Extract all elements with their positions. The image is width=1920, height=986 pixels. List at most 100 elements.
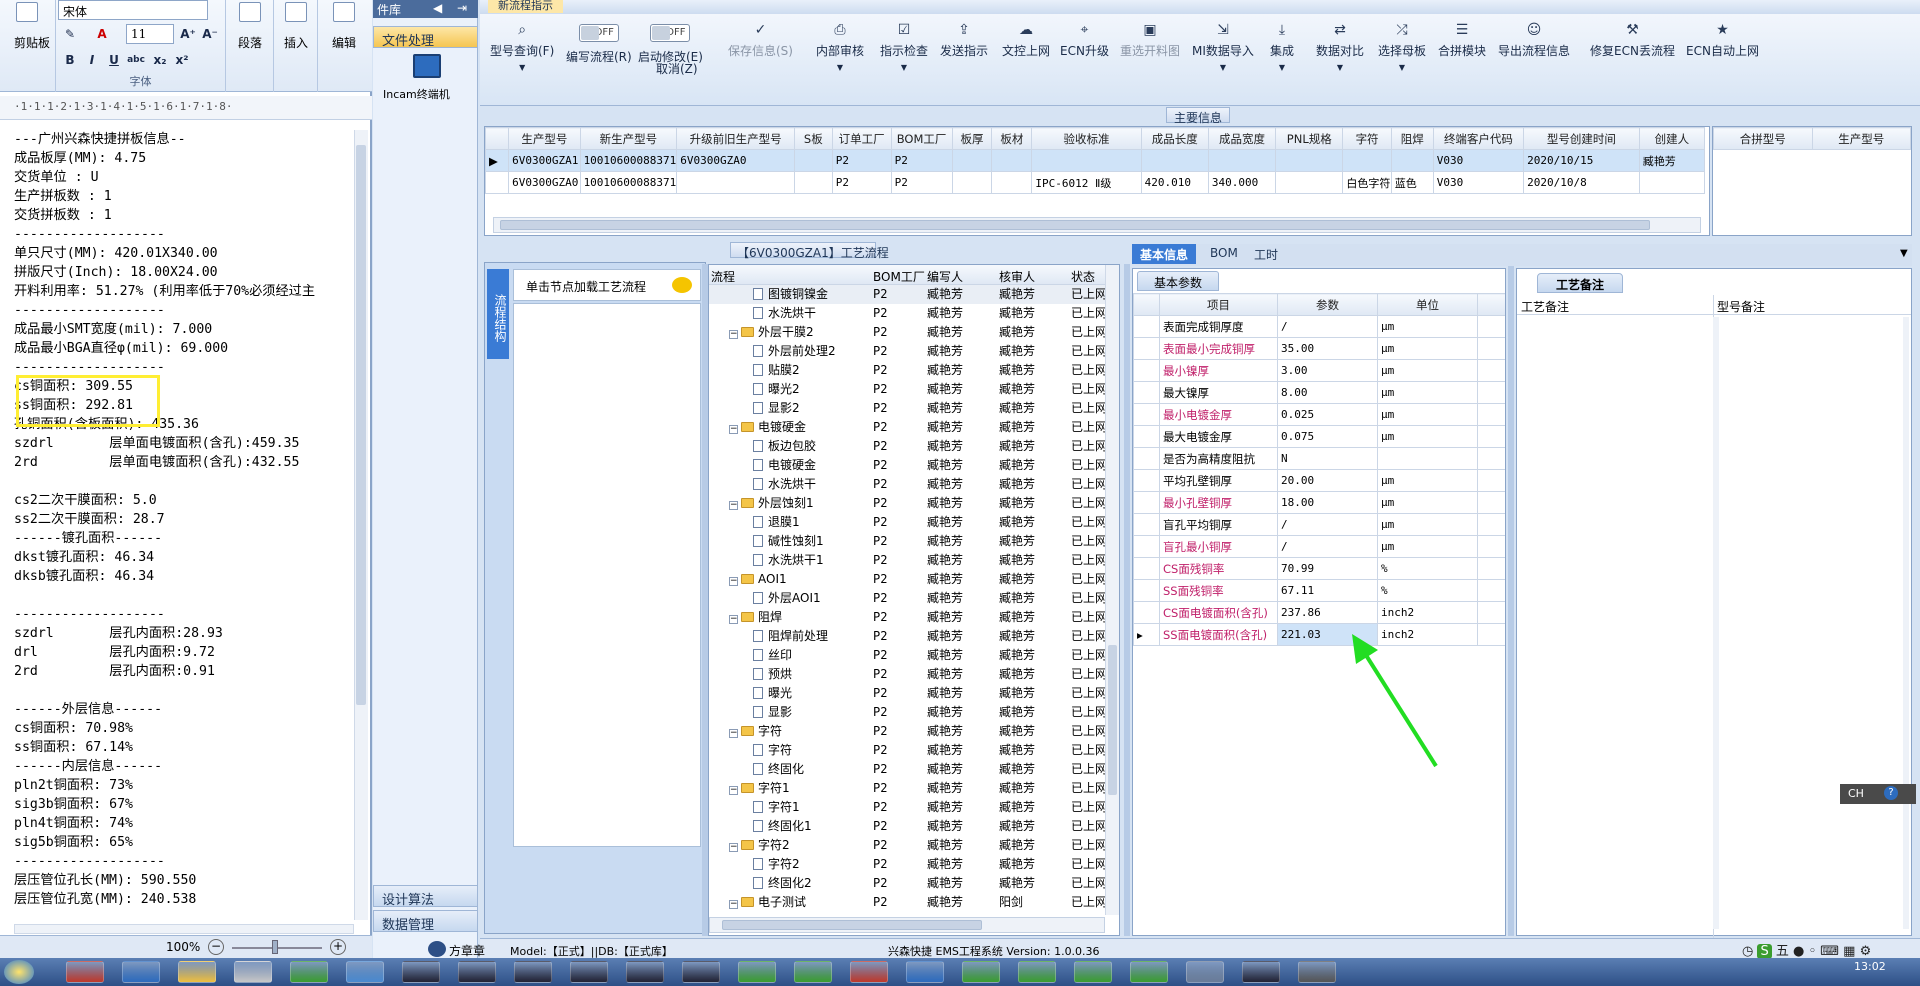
document-line[interactable]: 2rd 层孔内面积:0.91 [14, 662, 354, 681]
shrink-font-icon[interactable]: A⁻ [200, 24, 220, 44]
flow-hscroll-thumb[interactable] [722, 920, 982, 930]
param-name[interactable]: 表面最小完成铜厚 [1159, 337, 1278, 360]
taskbar-item[interactable] [906, 961, 944, 983]
flow-row[interactable]: − 电镀硬金 P2 臧艳芳 臧艳芳 已上网 [709, 418, 1105, 437]
param-value[interactable]: 3.00 [1277, 359, 1378, 382]
taskbar-item[interactable] [962, 961, 1000, 983]
table-cell[interactable] [1342, 149, 1392, 172]
column-header[interactable]: 验收标准 [1031, 127, 1142, 150]
flow-row[interactable]: 曝光2 P2 臧艳芳 臧艳芳 已上网 [709, 380, 1105, 399]
param-name[interactable]: 盲孔平均铜厚 [1159, 513, 1278, 536]
taskbar-item[interactable] [122, 961, 160, 983]
splitter-mid[interactable] [1124, 264, 1130, 936]
flow-row[interactable]: 显影2 P2 臧艳芳 臧艳芳 已上网 [709, 399, 1105, 418]
document-line[interactable]: 生产拼板数 : 1 [14, 187, 354, 206]
column-header[interactable]: 订单工厂 [831, 127, 892, 150]
column-header[interactable]: 阻焊 [1390, 127, 1434, 150]
column-header[interactable]: 板厚 [951, 127, 993, 150]
zoom-slider-thumb[interactable] [272, 940, 278, 954]
document-line[interactable]: ------外层信息------ [14, 700, 354, 719]
table-cell[interactable]: 10010600088371 [579, 171, 678, 194]
document-line[interactable]: pln2t铜面积: 73% [14, 776, 354, 795]
param-name[interactable]: SS面残铜率 [1159, 579, 1278, 602]
collapse-icon[interactable]: − [729, 843, 738, 852]
flow-row[interactable]: 字符1 P2 臧艳芳 臧艳芳 已上网 [709, 798, 1105, 817]
taskbar-item[interactable] [1074, 961, 1112, 983]
taskbar-item[interactable] [570, 961, 608, 983]
document-line[interactable]: ------------------- [14, 852, 354, 871]
table-cell[interactable] [1638, 171, 1706, 194]
param-value[interactable]: 70.99 [1277, 557, 1378, 580]
table-cell[interactable]: IPC-6012 Ⅱ级 [1031, 171, 1142, 194]
flow-row[interactable]: 终固化1 P2 臧艳芳 臧艳芳 已上网 [709, 817, 1105, 836]
document-line[interactable]: ss铜面积: 67.14% [14, 738, 354, 757]
param-name[interactable]: SS面电镀面积(含孔) [1159, 623, 1278, 646]
param-value[interactable]: 237.86 [1277, 601, 1378, 624]
flow-row[interactable]: 预烘 P2 臧艳芳 臧艳芳 已上网 [709, 665, 1105, 684]
toolbar-button[interactable]: ⤓ 集成 ▼ [1270, 22, 1294, 72]
column-header[interactable]: 型号创建时间 [1523, 127, 1640, 150]
nav-design-calc[interactable]: 设计算法 [373, 885, 478, 908]
taskbar-item[interactable] [682, 961, 720, 983]
flow-column-header[interactable]: 流程 [711, 268, 735, 285]
document-line[interactable]: ss2二次干膜面积: 28.7 [14, 510, 354, 529]
document-line[interactable]: ------------------- [14, 225, 354, 244]
param-value[interactable]: / [1277, 315, 1378, 338]
table-cell[interactable] [793, 171, 833, 194]
flow-row[interactable]: 显影 P2 臧艳芳 臧艳芳 已上网 [709, 703, 1105, 722]
table-cell[interactable]: 臧艳芳 [1638, 149, 1706, 172]
taskbar-item[interactable] [178, 961, 216, 983]
taskbar-item[interactable] [1130, 961, 1168, 983]
collapse-icon[interactable]: − [729, 425, 738, 434]
document-line[interactable]: ------------------- [14, 605, 354, 624]
table-row[interactable]: ▶ 6V0300GZA1 10010600088371 6V0300GZA0 P2 P2 V… [485, 149, 1706, 172]
table-cell[interactable]: P2 [831, 149, 892, 172]
toolbar-button[interactable]: OFF 编写流程(R) [566, 24, 632, 65]
column-header[interactable]: 生产型号 [1811, 127, 1911, 150]
table-cell[interactable] [1031, 149, 1142, 172]
splitter-left[interactable] [702, 264, 708, 936]
dropdown-arrow-icon[interactable]: ▼ [816, 63, 864, 72]
document-line[interactable]: 层压管位孔长(MM): 590.550 [14, 871, 354, 890]
table-cell[interactable]: 6V0300GZA0 [676, 149, 795, 172]
process-remark-scrollbar[interactable] [1713, 317, 1719, 929]
column-header[interactable]: 终端客户代码 [1432, 127, 1525, 150]
toolbar-button[interactable]: ⇪ 发送指示 [940, 22, 988, 59]
flow-row[interactable]: 水洗烘干 P2 臧艳芳 臧艳芳 已上网 [709, 304, 1105, 323]
table-cell[interactable]: 10010600088371 [579, 149, 678, 172]
toolbar-button[interactable]: ⇄ 数据对比 ▼ [1316, 22, 1364, 72]
table-cell[interactable] [676, 171, 795, 194]
superscript-button[interactable]: x² [172, 50, 192, 70]
param-row[interactable]: 最大电镀金厚 0.075 μm [1133, 425, 1505, 448]
param-row[interactable]: 最大镍厚 8.00 μm [1133, 381, 1505, 404]
bold-button[interactable]: B [60, 50, 80, 70]
monitor-icon[interactable] [413, 54, 441, 78]
table-cell[interactable]: 6V0300GZA1 [508, 149, 581, 172]
toolbar-button[interactable]: ☁ 文控上网 [1002, 22, 1050, 59]
flow-row[interactable]: − 字符1 P2 臧艳芳 臧艳芳 已上网 [709, 779, 1105, 798]
param-row[interactable]: 最小孔壁铜厚 18.00 μm [1133, 491, 1505, 514]
dropdown-arrow-icon[interactable]: ▼ [1316, 63, 1364, 72]
toolbar-button[interactable]: ⚒ 修复ECN丢流程 [1590, 22, 1675, 59]
param-value[interactable]: 67.11 [1277, 579, 1378, 602]
flow-row[interactable]: 外层AOI1 P2 臧艳芳 臧艳芳 已上网 [709, 589, 1105, 608]
table-cell[interactable]: 340.000 [1207, 171, 1277, 194]
collapse-icon[interactable]: − [729, 577, 738, 586]
zoom-out-button[interactable]: − [208, 939, 224, 955]
document-line[interactable]: pln4t铜面积: 74% [14, 814, 354, 833]
table-cell[interactable] [1390, 149, 1434, 172]
column-header[interactable]: BOM工厂 [890, 127, 953, 150]
start-button[interactable] [4, 960, 34, 984]
info-tab[interactable]: BOM [1202, 244, 1246, 264]
param-value[interactable]: 18.00 [1277, 491, 1378, 514]
column-header[interactable]: 成品宽度 [1207, 127, 1277, 150]
param-value[interactable]: 0.075 [1277, 425, 1378, 448]
param-value[interactable]: 8.00 [1277, 381, 1378, 404]
document-line[interactable]: 成品最小SMT宽度(mil): 7.000 [14, 320, 354, 339]
toggle-switch[interactable]: OFF [578, 24, 619, 42]
toolbar-button[interactable]: ⤮ 选择母板 ▼ [1378, 22, 1426, 72]
column-header[interactable]: 新生产型号 [579, 127, 678, 150]
document-line[interactable]: szdrl 层孔内面积:28.93 [14, 624, 354, 643]
document-line[interactable]: szdrl 层单面电镀面积(含孔):459.35 [14, 434, 354, 453]
insert-group[interactable]: 插入 [274, 0, 318, 92]
